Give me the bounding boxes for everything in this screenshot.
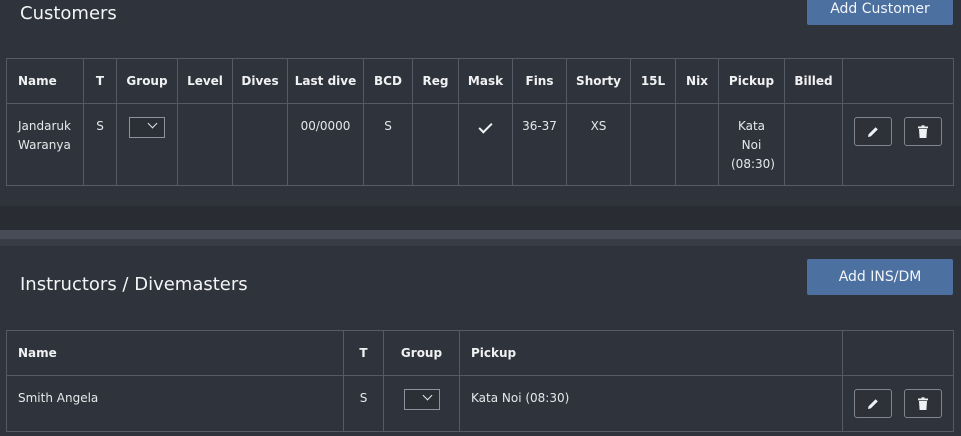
add-customer-button[interactable]: Add Customer (807, 0, 953, 25)
row-actions (842, 375, 954, 432)
customer-level (177, 103, 233, 186)
table-header-row: Name T Group Level Dives Last dive BCD R… (6, 58, 954, 104)
col-header-mask: Mask (458, 58, 513, 104)
col-header-t: T (343, 330, 384, 376)
col-header-pickup: Pickup (718, 58, 785, 104)
pencil-icon (868, 127, 878, 137)
delete-button[interactable] (903, 389, 942, 418)
customer-mask (458, 103, 513, 186)
group-select[interactable] (403, 389, 440, 410)
col-header-last-dive: Last dive (287, 58, 364, 104)
section-divider (0, 206, 961, 230)
customer-fins: 36-37 (512, 103, 567, 186)
customer-nix (675, 103, 719, 186)
col-header-group: Group (116, 58, 178, 104)
delete-button[interactable] (903, 117, 942, 146)
col-header-bcd: BCD (363, 58, 413, 104)
customer-dives (232, 103, 288, 186)
instructor-type: S (343, 375, 384, 432)
check-icon (478, 119, 493, 134)
chevron-down-icon (422, 390, 432, 401)
instructor-group-cell (383, 375, 460, 432)
col-header-actions (842, 58, 954, 104)
customer-group-cell (116, 103, 178, 186)
col-header-reg: Reg (412, 58, 459, 104)
customer-billed (784, 103, 843, 186)
col-header-name: Name (6, 58, 84, 104)
col-header-billed: Billed (784, 58, 843, 104)
customer-last-dive: 00/0000 (287, 103, 364, 186)
table-row: Smith Angela S Kata Noi (08:30) (6, 375, 954, 432)
edit-button[interactable] (854, 117, 893, 146)
col-header-name: Name (6, 330, 344, 376)
col-header-t: T (83, 58, 117, 104)
customer-15l (630, 103, 676, 186)
col-header-15l: 15L (630, 58, 676, 104)
table-row: Jandaruk Waranya S 00/0000 S 36-37 XS Ka… (6, 103, 954, 186)
chevron-down-icon (147, 118, 158, 129)
add-insdm-button[interactable]: Add INS/DM (807, 259, 953, 295)
instructors-title: Instructors / Divemasters (20, 274, 248, 295)
table-header-row: Name T Group Pickup (6, 330, 954, 376)
col-header-shorty: Shorty (566, 58, 631, 104)
col-header-pickup: Pickup (459, 330, 843, 376)
col-header-group: Group (383, 330, 460, 376)
customer-shorty: XS (566, 103, 631, 186)
customer-pickup: Kata Noi (08:30) (718, 103, 785, 186)
pencil-icon (868, 399, 878, 409)
edit-button[interactable] (854, 389, 893, 418)
customers-section: Customers Add Customer Name T Group Leve… (0, 0, 961, 206)
customer-name: Jandaruk Waranya (6, 103, 84, 186)
customers-table: Name T Group Level Dives Last dive BCD R… (6, 58, 954, 186)
customer-type: S (83, 103, 117, 186)
col-header-actions (842, 330, 954, 376)
col-header-level: Level (177, 58, 233, 104)
col-header-fins: Fins (512, 58, 567, 104)
instructor-pickup: Kata Noi (08:30) (459, 375, 843, 432)
group-select[interactable] (129, 117, 165, 138)
customers-title: Customers (20, 3, 117, 24)
customer-reg (412, 103, 459, 186)
instructor-name: Smith Angela (6, 375, 344, 432)
instructors-table: Name T Group Pickup Smith Angela S Kata … (6, 330, 954, 432)
col-header-dives: Dives (232, 58, 288, 104)
instructors-section: Instructors / Divemasters Add INS/DM Nam… (0, 246, 961, 436)
customer-bcd: S (363, 103, 413, 186)
col-header-nix: Nix (675, 58, 719, 104)
section-divider-light (0, 230, 961, 246)
trash-icon (917, 397, 928, 410)
row-actions (842, 103, 954, 186)
trash-icon (917, 125, 928, 138)
